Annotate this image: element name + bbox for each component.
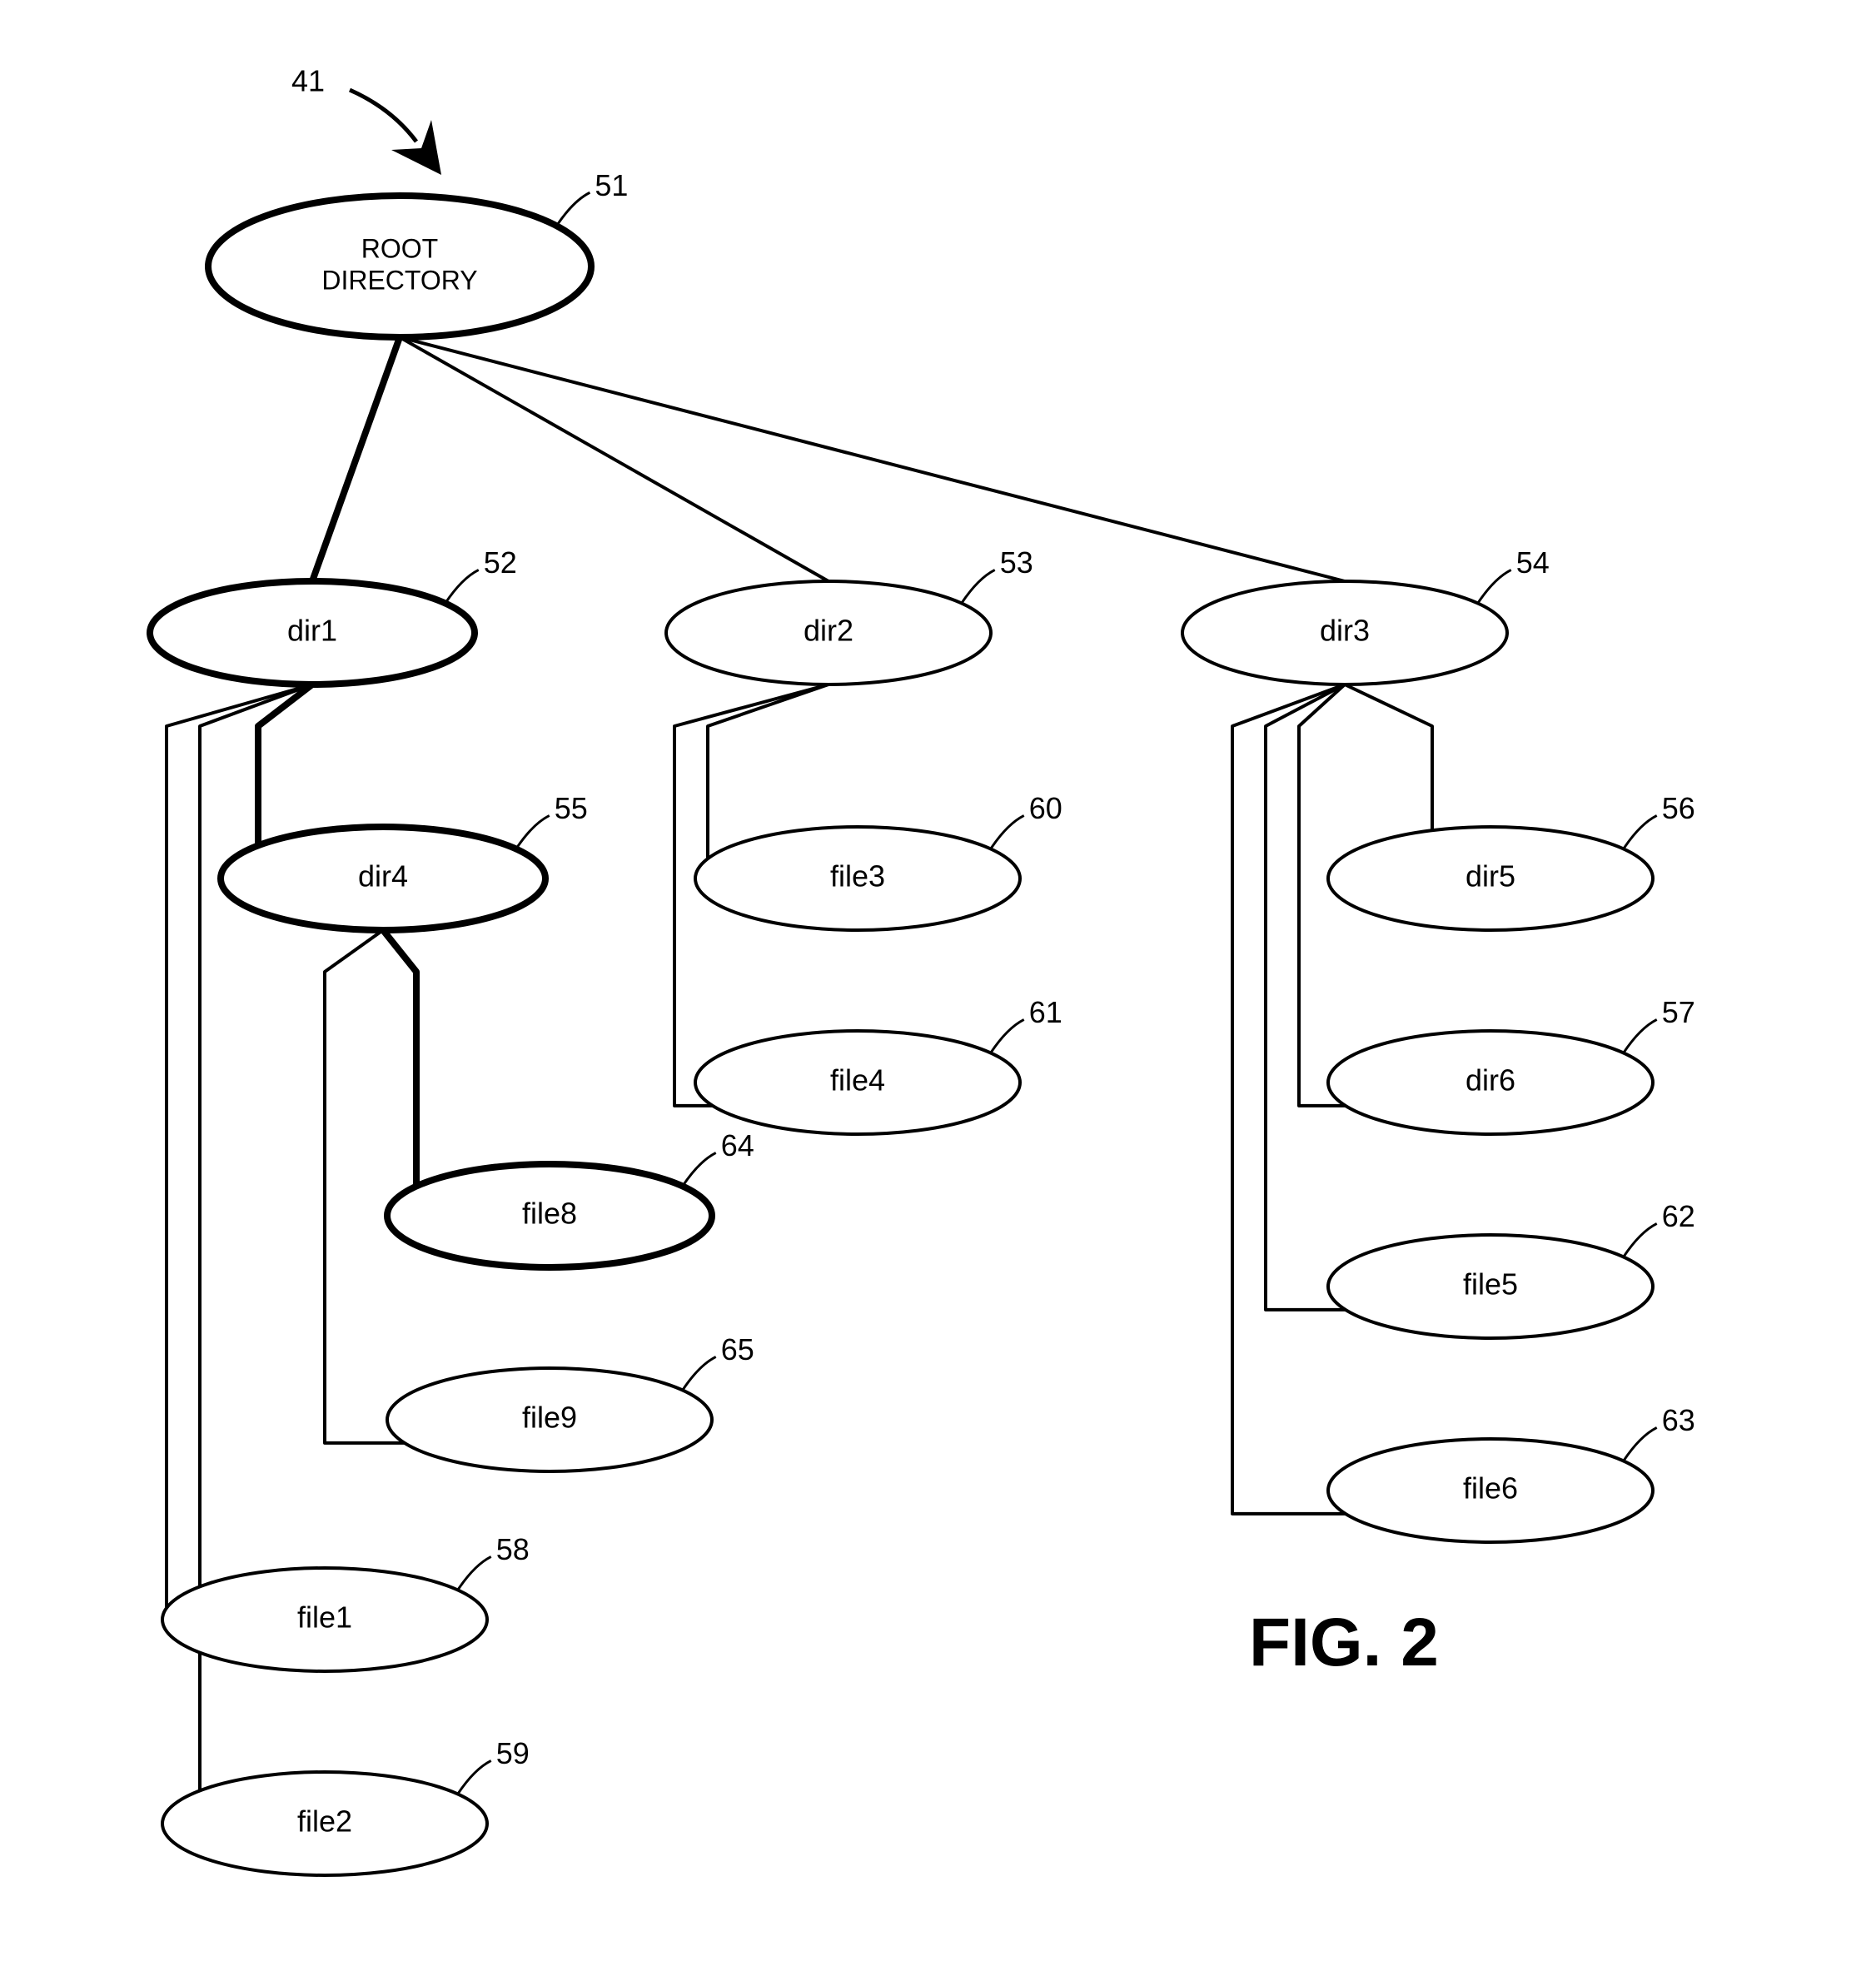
- node-root-label-line0: ROOT: [361, 233, 438, 263]
- node-root-label-line1: DIRECTORY: [321, 265, 477, 295]
- ref-lead-file3: [991, 815, 1024, 849]
- edge-root-dir3: [400, 337, 1345, 581]
- ref-number-file8: 64: [721, 1128, 754, 1162]
- figure-caption: FIG. 2: [1249, 1605, 1439, 1680]
- node-dir6-label: dir6: [1465, 1063, 1515, 1098]
- ref-number-dir6: 57: [1662, 995, 1695, 1029]
- node-dir1-label: dir1: [287, 614, 337, 648]
- edge-dir3-file6: [1232, 684, 1345, 1514]
- edge-root-dir2: [400, 337, 829, 581]
- edge-dir3-file5: [1266, 684, 1345, 1310]
- node-dir3-label: dir3: [1320, 614, 1370, 648]
- node-file8-label: file8: [522, 1197, 577, 1231]
- ref-number-file4: 61: [1029, 995, 1062, 1029]
- ref-number-file5: 62: [1662, 1199, 1695, 1233]
- node-file8: file8: [387, 1164, 712, 1267]
- ref-lead-file5: [1624, 1223, 1657, 1257]
- node-dir4: dir4: [221, 827, 545, 930]
- node-dir2: dir2: [666, 581, 991, 684]
- ref-number-dir3: 54: [1516, 545, 1550, 580]
- ref-lead-file8: [683, 1152, 716, 1186]
- ref-lead-file4: [991, 1019, 1024, 1053]
- node-dir5: dir5: [1328, 827, 1653, 930]
- node-dir3: dir3: [1182, 581, 1507, 684]
- node-file1-label: file1: [297, 1600, 352, 1635]
- edge-dir4-file9: [325, 930, 404, 1443]
- node-dir2-label: dir2: [804, 614, 853, 648]
- ref-lead-root: [556, 192, 590, 226]
- node-file9-label: file9: [522, 1401, 577, 1435]
- ref-number-file6: 63: [1662, 1403, 1695, 1437]
- ref-lead-file6: [1624, 1427, 1657, 1461]
- ref-lead-file1: [458, 1556, 491, 1590]
- edge-root-dir1: [312, 337, 400, 581]
- node-dir1: dir1: [150, 581, 475, 684]
- ref-lead-dir1: [445, 570, 479, 603]
- ref-number-file9: 65: [721, 1332, 754, 1366]
- node-dir6: dir6: [1328, 1031, 1653, 1134]
- node-file6: file6: [1328, 1439, 1653, 1542]
- node-file4-label: file4: [830, 1063, 885, 1098]
- ref-number-dir1: 52: [484, 545, 517, 580]
- node-dir4-label: dir4: [358, 859, 408, 893]
- ref-number-file2: 59: [496, 1736, 530, 1770]
- node-file3: file3: [695, 827, 1020, 930]
- node-file2-label: file2: [297, 1804, 352, 1839]
- node-dir5-label: dir5: [1465, 859, 1515, 893]
- edge-dir4-file8: [383, 930, 416, 1216]
- node-file2: file2: [162, 1772, 487, 1875]
- ref-lead-dir4: [516, 815, 550, 849]
- edge-dir1-file1: [167, 684, 312, 1620]
- figure-ref-number: 41: [291, 64, 325, 98]
- node-file5-label: file5: [1463, 1267, 1518, 1302]
- ref-lead-dir6: [1624, 1019, 1657, 1053]
- ref-lead-dir5: [1624, 815, 1657, 849]
- ref-number-dir5: 56: [1662, 791, 1695, 825]
- node-file5: file5: [1328, 1235, 1653, 1338]
- node-root: ROOTDIRECTORY: [208, 196, 591, 337]
- ref-number-root: 51: [595, 168, 628, 202]
- directory-tree-diagram: ROOTDIRECTORY dir1 dir2 dir3 dir4 dir5 dir6 fil…: [0, 0, 1876, 1986]
- node-file3-label: file3: [830, 859, 885, 893]
- ref-number-dir4: 55: [555, 791, 588, 825]
- node-file9: file9: [387, 1368, 712, 1471]
- figure-ref-arrow: [350, 90, 416, 142]
- ref-number-file1: 58: [496, 1532, 530, 1566]
- node-file6-label: file6: [1463, 1471, 1518, 1506]
- node-file4: file4: [695, 1031, 1020, 1134]
- ref-lead-dir2: [962, 570, 995, 603]
- node-file1: file1: [162, 1568, 487, 1671]
- ref-number-file3: 60: [1029, 791, 1062, 825]
- ref-lead-file2: [458, 1760, 491, 1794]
- ref-lead-dir3: [1478, 570, 1511, 603]
- ref-lead-file9: [683, 1356, 716, 1390]
- ref-number-dir2: 53: [1000, 545, 1033, 580]
